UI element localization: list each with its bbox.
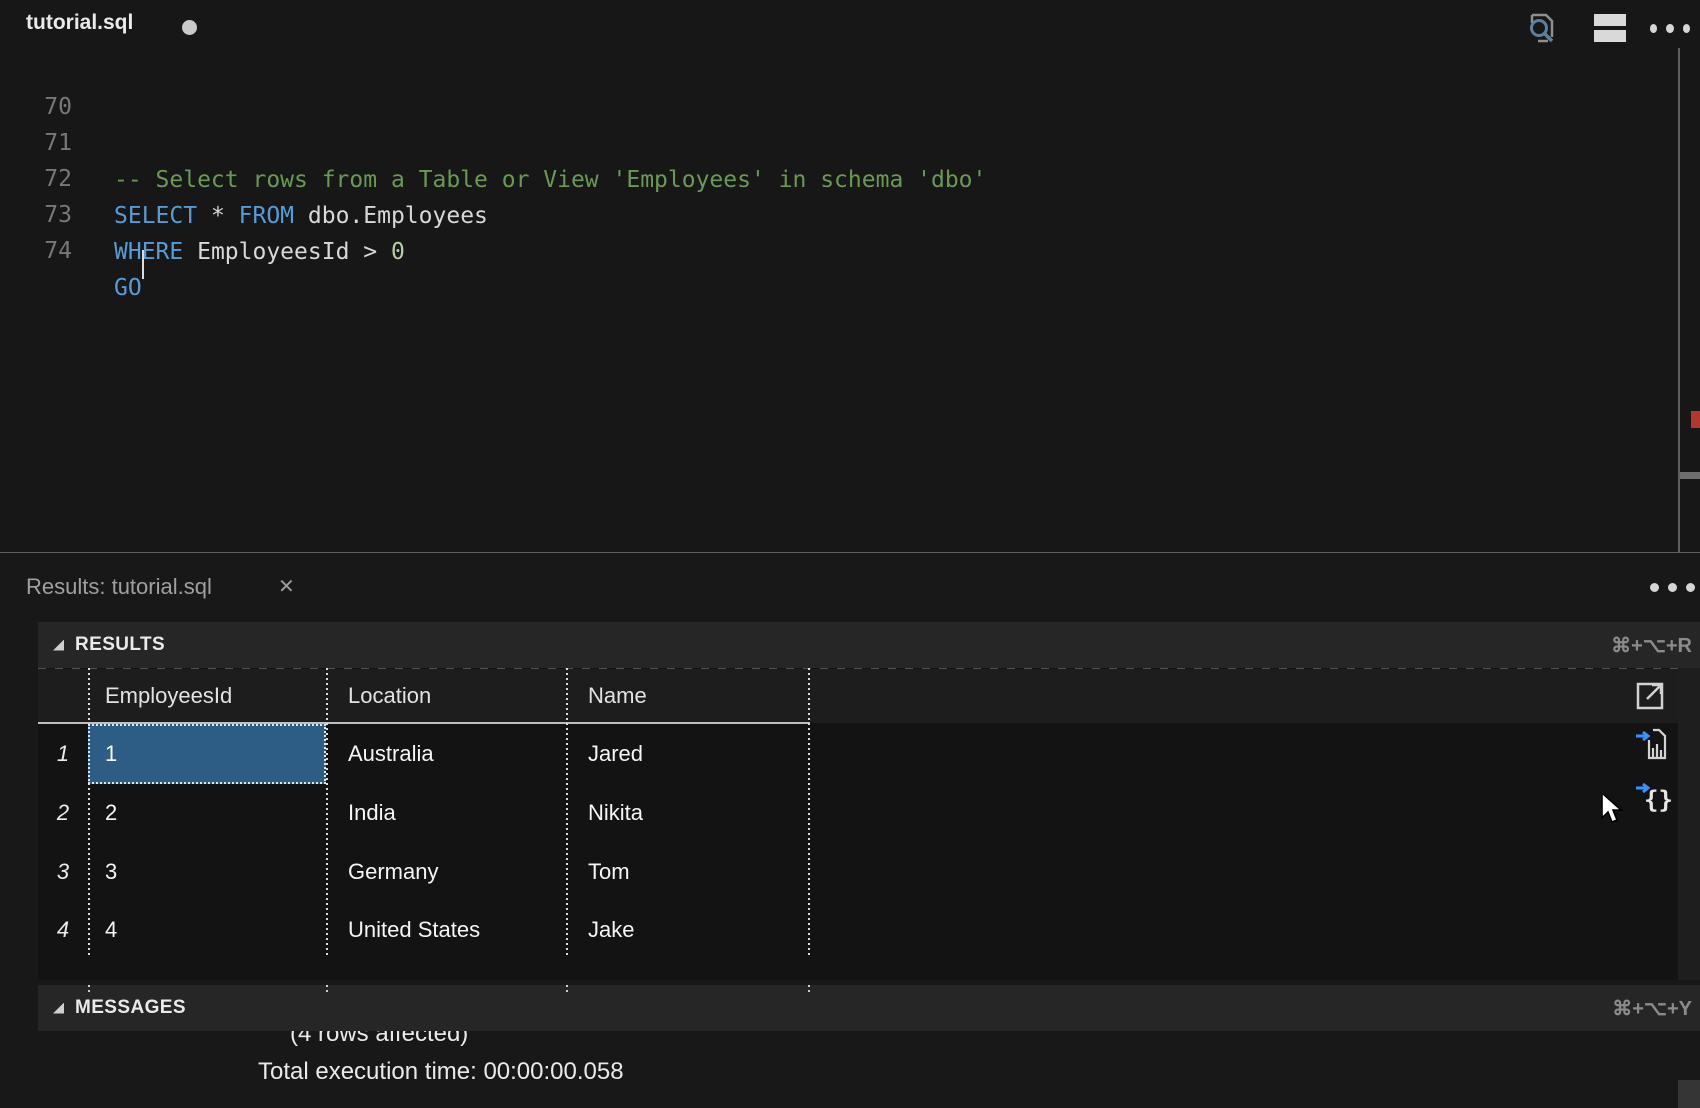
results-section-label: RESULTS xyxy=(75,634,165,656)
messages-section-label: MESSAGES xyxy=(75,997,186,1019)
column-separator-tick xyxy=(566,985,568,995)
row-number[interactable]: 4 xyxy=(38,900,88,959)
code-editor[interactable]: 70 71 -- Select rows from a Table or Vie… xyxy=(0,48,1700,552)
save-as-json-icon[interactable]: {} xyxy=(1633,777,1671,815)
row-number[interactable]: 2 xyxy=(38,783,88,842)
code-text: GO xyxy=(114,270,142,307)
grid-header-row: EmployeesId Location Name xyxy=(38,669,1678,723)
messages-shortcut: ⌘+⌥+Y xyxy=(1612,996,1692,1021)
close-icon[interactable]: ✕ xyxy=(278,574,295,599)
scrollbar-corner xyxy=(1678,1080,1700,1108)
row-number[interactable]: 3 xyxy=(38,842,88,901)
column-header-name[interactable]: Name xyxy=(588,669,647,723)
modified-indicator-dot xyxy=(182,20,197,35)
cell-employeesid[interactable]: 3 xyxy=(105,842,117,901)
maximize-results-icon[interactable] xyxy=(1633,675,1671,713)
code-line: 72 SELECT * FROM dbo.Employees xyxy=(0,124,1660,161)
cell-employeesid[interactable]: 2 xyxy=(105,783,117,842)
cell-location[interactable]: Germany xyxy=(348,842,438,901)
cell-location[interactable]: Australia xyxy=(348,724,434,783)
selected-cell-value: 1 xyxy=(105,726,117,782)
error-marker xyxy=(1691,411,1700,428)
query-results-panel: Results: tutorial.sql ✕ RESULTS ⌘+⌥+R Em… xyxy=(0,553,1700,1108)
column-separator-tick xyxy=(326,985,328,995)
cell-location[interactable]: United States xyxy=(348,900,480,959)
code-line: 71 -- Select rows from a Table or View '… xyxy=(0,88,1660,125)
view-as-chart-icon[interactable] xyxy=(1633,725,1671,763)
message-execution-time: Total execution time: 00:00:00.058 xyxy=(258,1058,624,1086)
code-line: 73 WHERE EmployeesId > 0 xyxy=(0,160,1660,197)
results-section-header[interactable]: RESULTS ⌘+⌥+R xyxy=(38,622,1700,668)
line-number: 74 xyxy=(0,233,72,270)
results-panel-tab[interactable]: Results: tutorial.sql xyxy=(26,574,212,600)
split-editor-icon[interactable] xyxy=(1590,8,1630,48)
column-separator-tick xyxy=(88,985,90,995)
cell-employeesid[interactable]: 4 xyxy=(105,900,117,959)
cell-name[interactable]: Jake xyxy=(588,900,634,959)
app-window: tutorial.sql 70 71 -- Select rows from a… xyxy=(0,0,1700,1108)
column-header-employeesid[interactable]: EmployeesId xyxy=(105,669,232,723)
collapse-twistie-icon[interactable] xyxy=(53,1003,64,1014)
editor-tab-title[interactable]: tutorial.sql xyxy=(26,11,133,35)
selected-cell[interactable]: 1 xyxy=(88,724,326,784)
code-line: 74 GO xyxy=(0,196,1660,233)
grid-scrollbar-track[interactable] xyxy=(1678,668,1700,980)
cell-name[interactable]: Tom xyxy=(588,842,630,901)
cell-name[interactable]: Jared xyxy=(588,724,643,783)
cell-location[interactable]: India xyxy=(348,783,396,842)
row-number[interactable]: 1 xyxy=(38,724,88,783)
code-text: WHERE EmployeesId > 0 xyxy=(114,234,405,271)
more-actions-icon[interactable] xyxy=(1650,583,1695,592)
column-separator-tick xyxy=(808,985,810,995)
table-row: 2 2 India Nikita xyxy=(38,783,1678,842)
column-header-location[interactable]: Location xyxy=(348,669,431,723)
table-row: 3 3 Germany Tom xyxy=(38,842,1678,901)
results-grid[interactable]: EmployeesId Location Name 1 1 Australia … xyxy=(38,668,1678,980)
table-row: 4 4 United States Jake xyxy=(38,900,1678,959)
code-line: 70 xyxy=(0,52,1660,89)
cell-name[interactable]: Nikita xyxy=(588,783,643,842)
more-actions-icon[interactable] xyxy=(1650,8,1690,48)
collapse-twistie-icon[interactable] xyxy=(53,640,64,651)
editor-scrollbar-thumb[interactable] xyxy=(1680,472,1700,479)
mouse-cursor xyxy=(1600,792,1632,831)
messages-section-header[interactable]: MESSAGES ⌘+⌥+Y xyxy=(38,985,1700,1031)
results-shortcut: ⌘+⌥+R xyxy=(1611,633,1692,658)
find-in-file-icon[interactable] xyxy=(1522,8,1562,48)
text-caret xyxy=(142,250,144,279)
